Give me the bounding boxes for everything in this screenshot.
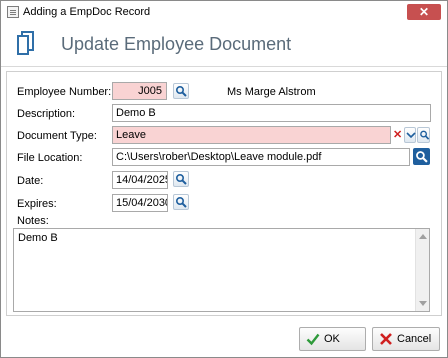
document-type-field[interactable]: Leave bbox=[112, 126, 391, 144]
scroll-down-icon[interactable] bbox=[419, 301, 427, 306]
notes-label: Notes: bbox=[17, 215, 49, 227]
clear-icon[interactable]: ✕ bbox=[393, 128, 403, 142]
document-type-label: Document Type: bbox=[17, 130, 97, 142]
employee-name: Ms Marge Alstrom bbox=[227, 86, 316, 98]
expires-label: Expires: bbox=[17, 198, 57, 210]
notes-text: Demo B bbox=[18, 232, 58, 244]
description-field[interactable]: Demo B bbox=[112, 104, 431, 122]
cancel-button[interactable]: Cancel bbox=[372, 327, 440, 351]
document-type-dropdown-button[interactable] bbox=[404, 127, 416, 143]
employee-lookup-button[interactable] bbox=[173, 83, 189, 99]
notes-scrollbar[interactable] bbox=[415, 229, 429, 311]
employee-number-field[interactable]: J005 bbox=[112, 82, 167, 100]
cancel-label: Cancel bbox=[397, 333, 432, 345]
documents-icon bbox=[15, 30, 37, 56]
dialog-header: Update Employee Document bbox=[1, 23, 447, 67]
date-picker-button[interactable] bbox=[173, 171, 189, 187]
search-icon bbox=[175, 196, 187, 208]
checkmark-icon bbox=[306, 332, 320, 354]
search-icon bbox=[416, 151, 428, 163]
document-type-lookup-button[interactable] bbox=[417, 127, 430, 143]
expires-picker-button[interactable] bbox=[173, 194, 189, 210]
chevron-down-icon bbox=[406, 132, 416, 139]
file-location-label: File Location: bbox=[17, 152, 83, 164]
title-bar: Adding a EmpDoc Record ✕ bbox=[1, 1, 447, 23]
search-icon bbox=[420, 130, 430, 140]
window-icon bbox=[7, 6, 19, 18]
ok-label: OK bbox=[324, 333, 340, 345]
search-icon bbox=[175, 173, 187, 185]
close-button[interactable]: ✕ bbox=[407, 4, 441, 20]
scroll-up-icon[interactable] bbox=[419, 234, 427, 239]
dialog-window: Adding a EmpDoc Record ✕ Update Employee… bbox=[0, 0, 448, 358]
window-title: Adding a EmpDoc Record bbox=[23, 6, 151, 18]
date-field[interactable]: 14/04/2025 bbox=[112, 171, 168, 189]
date-label: Date: bbox=[17, 175, 44, 187]
employee-number-label: Employee Number: bbox=[17, 86, 112, 98]
search-icon bbox=[175, 85, 187, 97]
notes-textarea[interactable]: Demo B bbox=[13, 228, 430, 312]
ok-button[interactable]: OK bbox=[299, 327, 366, 351]
expires-field[interactable]: 15/04/2030 bbox=[112, 194, 168, 212]
cancel-x-icon bbox=[379, 332, 393, 354]
page-title: Update Employee Document bbox=[61, 34, 292, 54]
browse-file-button[interactable] bbox=[413, 148, 430, 165]
description-label: Description: bbox=[17, 108, 76, 120]
file-location-field[interactable]: C:\Users\rober\Desktop\Leave module.pdf bbox=[112, 148, 410, 166]
